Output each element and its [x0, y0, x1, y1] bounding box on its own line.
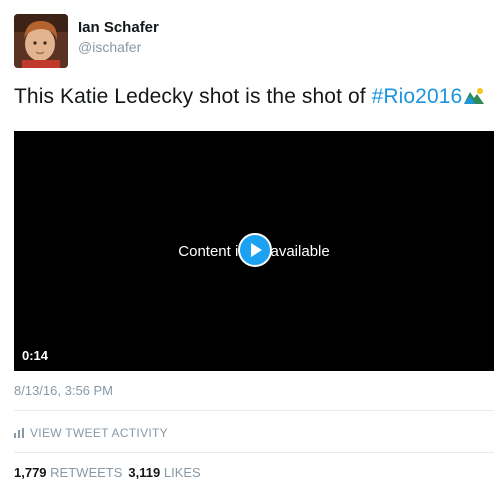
likes-count: 3,119 [128, 465, 161, 480]
tweet-stats: 1,779 RETWEETS 3,119 LIKES [14, 465, 201, 480]
tweet-timestamp[interactable]: 8/13/16, 3:56 PM [14, 383, 113, 398]
video-player[interactable]: Content i available 0:14 [14, 131, 494, 371]
video-duration: 0:14 [22, 348, 49, 363]
tweet-text-body: This Katie Ledecky shot is the shot of [14, 85, 372, 108]
divider [14, 410, 494, 411]
likes-label: LIKES [163, 465, 201, 480]
rio-olympics-emoji-icon [463, 86, 485, 112]
author-handle[interactable]: @ischafer [78, 39, 141, 55]
play-icon [251, 243, 262, 257]
retweets-label: RETWEETS [50, 465, 123, 480]
likes-stat[interactable]: 3,119 LIKES [128, 465, 200, 480]
avatar[interactable] [14, 14, 68, 68]
tweet-text: This Katie Ledecky shot is the shot of #… [14, 85, 485, 112]
author-display-name[interactable]: Ian Schafer [78, 19, 159, 36]
retweets-count: 1,779 [14, 465, 47, 480]
retweets-stat[interactable]: 1,779 RETWEETS [14, 465, 122, 480]
hashtag-link[interactable]: #Rio2016 [372, 85, 463, 108]
play-button[interactable] [238, 233, 272, 267]
bar-chart-icon [14, 428, 24, 438]
view-tweet-activity-label: VIEW TWEET ACTIVITY [30, 426, 168, 440]
view-tweet-activity-link[interactable]: VIEW TWEET ACTIVITY [14, 426, 168, 440]
video-message-start: Content i [178, 243, 239, 260]
divider [14, 452, 494, 453]
video-message-end: available [266, 243, 330, 260]
